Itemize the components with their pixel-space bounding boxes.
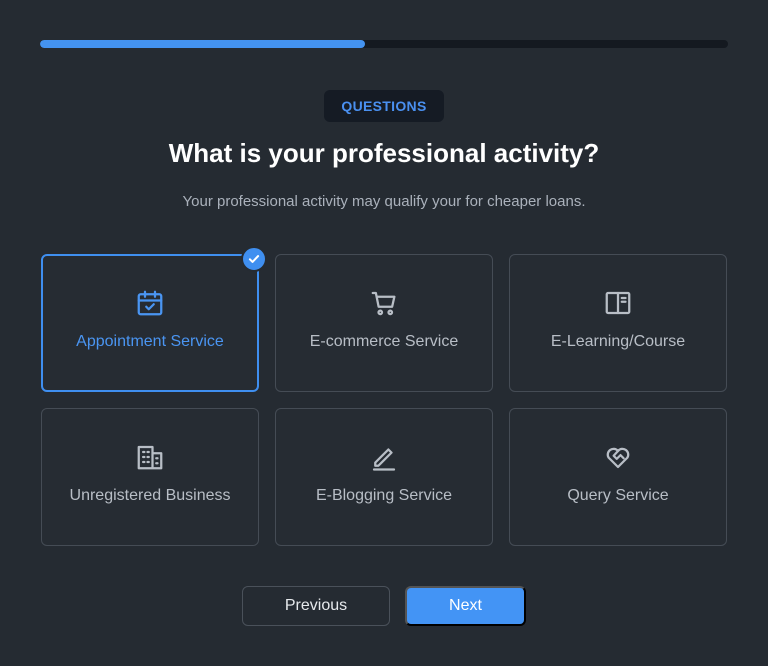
calendar-check-icon [134, 287, 166, 319]
option-label: Appointment Service [76, 333, 224, 350]
option-label: E-commerce Service [309, 333, 459, 350]
option-card-query-service[interactable]: Query Service [509, 408, 727, 546]
option-label: E-Learning/Course [550, 333, 686, 350]
step-badge: QUESTIONS [324, 90, 444, 122]
page-title: What is your professional activity? [168, 138, 600, 168]
option-card-e-blogging-service[interactable]: E-Blogging Service [275, 408, 493, 546]
page-subtitle: Your professional activity may qualify y… [182, 193, 586, 210]
shopping-cart-icon [368, 287, 400, 319]
progress-bar [40, 40, 728, 48]
option-label: Query Service [567, 487, 669, 504]
pencil-icon [368, 441, 400, 473]
option-label: E-Blogging Service [315, 487, 453, 504]
option-card-unregistered-business[interactable]: Unregistered Business [41, 408, 259, 546]
option-card-appointment-service[interactable]: Appointment Service [41, 246, 267, 392]
option-card-e-learning-course[interactable]: E-Learning/Course [509, 254, 727, 392]
next-button[interactable]: Next [405, 586, 526, 626]
heart-handshake-icon [602, 441, 634, 473]
option-card-e-commerce-service[interactable]: E-commerce Service [275, 254, 493, 392]
check-icon [241, 246, 267, 272]
option-label: Unregistered Business [69, 487, 231, 504]
building-icon [134, 441, 166, 473]
previous-button[interactable]: Previous [242, 586, 390, 626]
progress-bar-fill [40, 40, 366, 48]
book-icon [602, 287, 634, 319]
